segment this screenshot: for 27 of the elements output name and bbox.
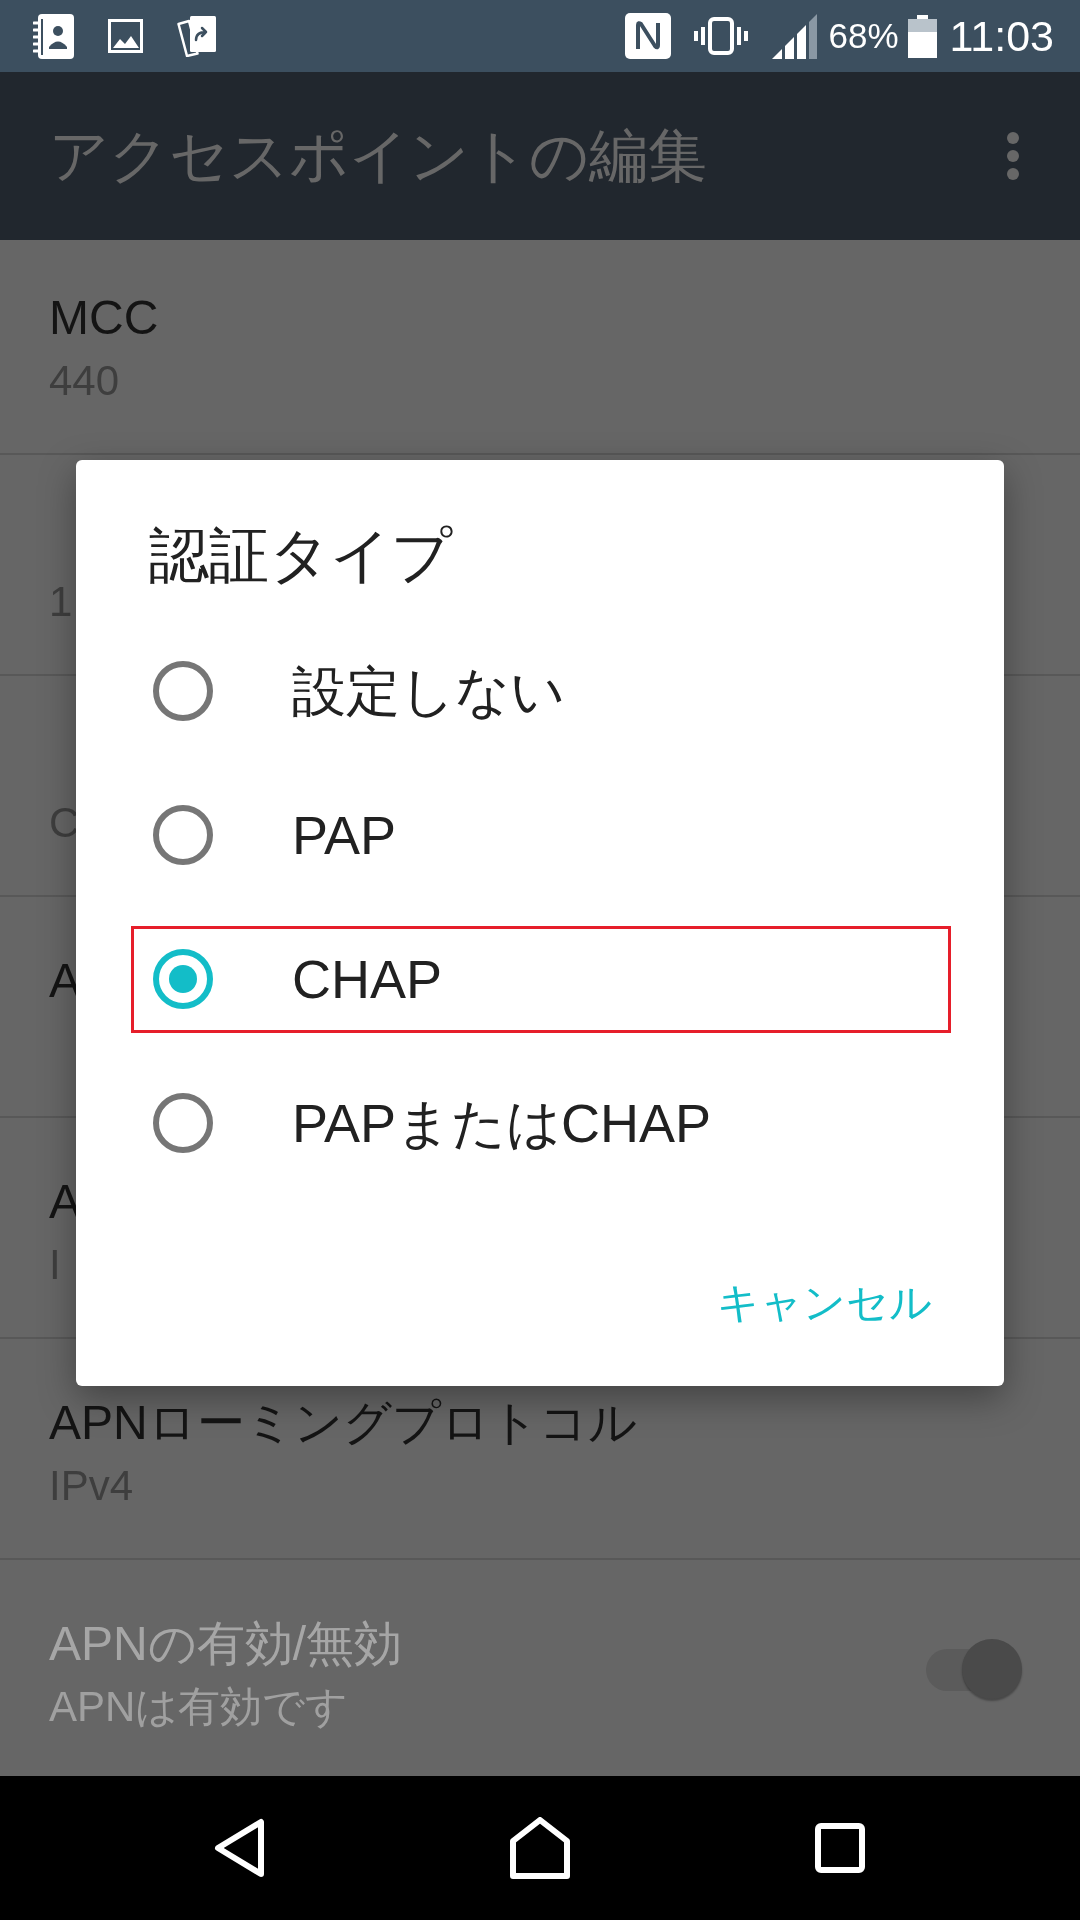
cards-arrow-icon: [176, 15, 217, 57]
radio-icon[interactable]: [153, 1093, 213, 1153]
battery-icon: [907, 14, 937, 58]
recents-icon[interactable]: [815, 1823, 865, 1873]
screen-title: アクセスポイントの編集: [49, 122, 707, 191]
home-icon[interactable]: [510, 1817, 570, 1879]
vibrate-icon: [693, 17, 748, 55]
signal-icon: [771, 13, 817, 59]
radio-option[interactable]: PAPまたはCHAP: [153, 1091, 712, 1155]
back-icon[interactable]: [214, 1818, 266, 1878]
setting-summary: APNは有効です: [49, 1682, 349, 1732]
setting-title: APNの有効/無効: [49, 1616, 403, 1672]
radio-icon[interactable]: [153, 661, 213, 721]
more-options-icon[interactable]: [1006, 131, 1020, 181]
radio-icon[interactable]: [153, 805, 213, 865]
radio-option[interactable]: PAP: [153, 803, 397, 867]
radio-icon[interactable]: [153, 949, 213, 1009]
battery-percentage: 68%: [828, 16, 899, 56]
dialog-title: 認証タイプ: [149, 521, 452, 591]
contacts-book-icon: [33, 13, 74, 59]
nfc-icon: [624, 13, 671, 59]
setting-title: MCC: [49, 290, 159, 346]
radio-option[interactable]: CHAP: [153, 947, 443, 1011]
setting-title: APNローミングプロトコル: [49, 1395, 637, 1451]
clock: 11:03: [949, 11, 1054, 61]
radio-option[interactable]: 設定しない: [153, 659, 565, 723]
image-icon: [108, 19, 143, 53]
